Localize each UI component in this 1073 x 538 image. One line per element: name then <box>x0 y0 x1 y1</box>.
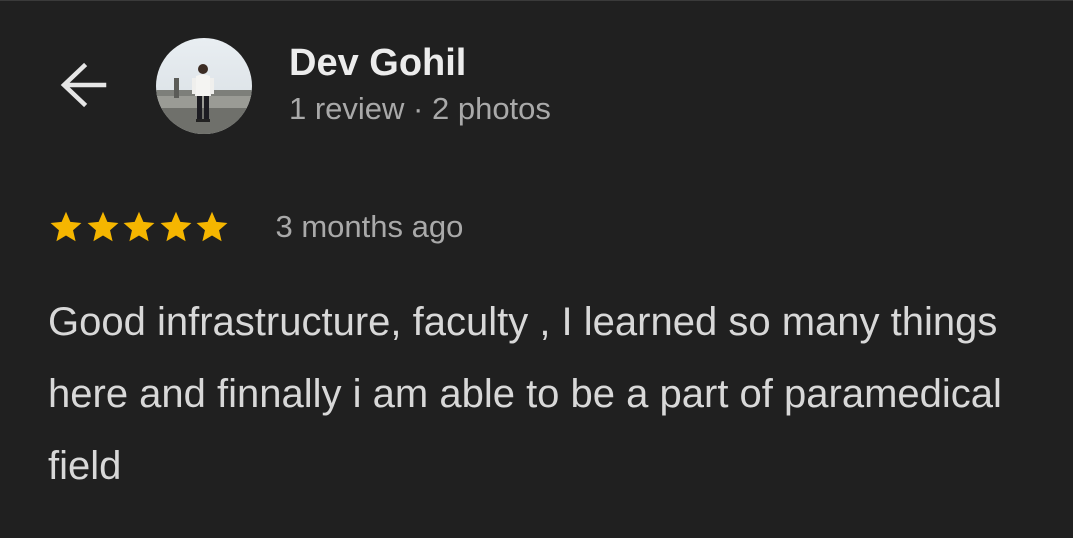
review-detail-screen: Dev Gohil 1 review · 2 photos 3 months a… <box>0 0 1073 538</box>
arrow-left-icon <box>56 59 112 115</box>
star-icon <box>48 209 84 245</box>
avatar[interactable] <box>156 38 252 134</box>
star-icon <box>158 209 194 245</box>
reviewer-name[interactable]: Dev Gohil <box>289 41 466 85</box>
star-icon <box>121 209 157 245</box>
reviewer-stats: 1 review · 2 photos <box>289 91 551 126</box>
star-rating <box>48 209 231 245</box>
review-text: Good infrastructure, faculty , I learned… <box>48 300 1002 488</box>
back-button[interactable] <box>56 59 112 115</box>
rating-row: 3 months ago <box>48 205 463 249</box>
star-icon <box>194 209 230 245</box>
review-date: 3 months ago <box>275 209 464 244</box>
star-icon <box>85 209 121 245</box>
